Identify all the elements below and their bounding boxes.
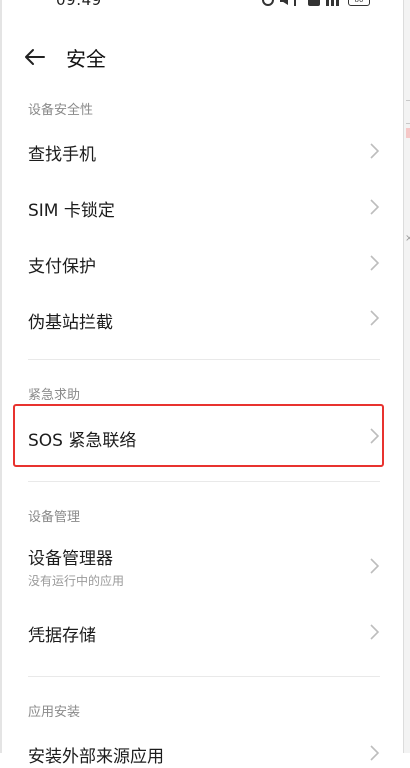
edge-mark: × (405, 233, 410, 244)
list-item-sim-lock[interactable]: SIM 卡锁定 (0, 179, 404, 235)
item-label: 支付保护 (28, 257, 96, 277)
list-item-find-phone[interactable]: 查找手机 (0, 123, 404, 179)
item-label: SIM 卡锁定 (28, 201, 115, 221)
item-label: 查找手机 (28, 145, 96, 165)
item-label: 设备管理器 (28, 549, 113, 569)
list-item-credential-storage[interactable]: 凭据存储 (0, 603, 404, 661)
item-label: 伪基站拦截 (28, 313, 113, 333)
section-divider (28, 481, 380, 482)
item-label: SOS 紧急联络 (28, 431, 137, 451)
header: 安全 (0, 32, 404, 82)
list-item-fake-base-station-block[interactable]: 伪基站拦截 (0, 291, 404, 347)
mute-icon (280, 0, 288, 5)
alarm-icon (262, 0, 274, 6)
back-arrow-icon (25, 49, 45, 65)
hd-icon (308, 0, 320, 6)
item-label: 凭据存储 (28, 626, 96, 646)
section-divider (28, 676, 380, 677)
status-time: 09:49 (56, 0, 102, 9)
chevron-right-icon (370, 143, 380, 159)
chevron-right-icon (370, 558, 380, 574)
status-icons: 80 (262, 0, 370, 6)
chevron-right-icon (370, 255, 380, 271)
signal-icon (326, 0, 342, 6)
battery-icon: 80 (348, 0, 370, 6)
list-item-sos-emergency-contact[interactable]: SOS 紧急联络 (0, 407, 404, 465)
list-item-device-manager[interactable]: 设备管理器 没有运行中的应用 (0, 531, 404, 601)
page-title: 安全 (66, 47, 106, 71)
section-label-app-install: 应用安装 (28, 705, 81, 720)
section-label-emergency: 紧急求助 (28, 388, 81, 403)
edge-mark (406, 100, 410, 124)
chevron-right-icon (370, 310, 380, 326)
item-label: 安装外部来源应用 (28, 747, 164, 767)
chevron-right-icon (370, 199, 380, 215)
back-button[interactable] (22, 44, 48, 70)
section-label-device-management: 设备管理 (28, 510, 81, 525)
chevron-right-icon (370, 624, 380, 640)
list-item-payment-protection[interactable]: 支付保护 (0, 235, 404, 291)
status-bar: 09:49 80 (0, 0, 404, 16)
chevron-right-icon (370, 745, 380, 761)
item-sublabel: 没有运行中的应用 (28, 574, 125, 588)
section-divider (28, 359, 380, 360)
section-label-device-security: 设备安全性 (28, 103, 94, 118)
bluetooth-icon (294, 0, 302, 6)
chevron-right-icon (370, 428, 380, 444)
list-item-install-unknown-apps[interactable]: 安装外部来源应用 (0, 728, 404, 768)
edge-mark (406, 128, 410, 138)
right-frame-edge: × (403, 0, 410, 753)
